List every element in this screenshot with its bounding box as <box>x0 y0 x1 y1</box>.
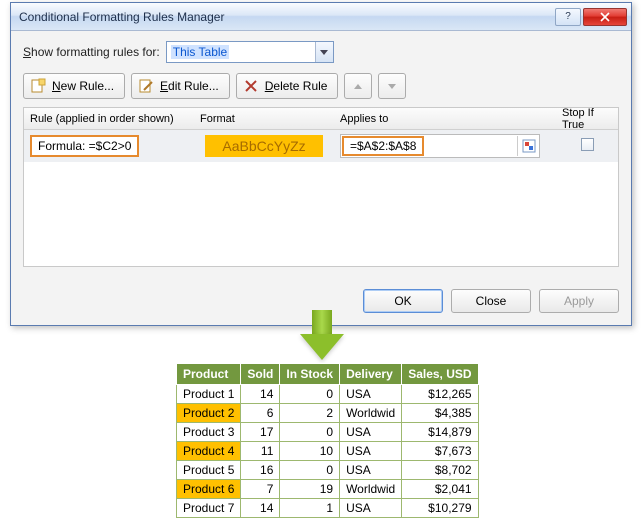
close-icon <box>600 12 610 22</box>
table-cell: Product 2 <box>177 404 241 423</box>
table-row[interactable]: Product 5160USA$8,702 <box>177 461 479 480</box>
table-cell: USA <box>340 499 402 518</box>
help-icon: ? <box>565 11 571 22</box>
rule-formula: Formula: =$C2>0 <box>30 135 139 157</box>
rule-row[interactable]: Formula: =$C2>0 AaBbCcYyZz =$A$2:$A$8 <box>24 130 618 162</box>
table-header: In Stock <box>280 364 340 385</box>
chevron-down-icon <box>388 84 396 89</box>
table-cell: USA <box>340 461 402 480</box>
table-cell: $2,041 <box>402 480 478 499</box>
applies-to-value: =$A$2:$A$8 <box>342 136 424 156</box>
table-cell: 2 <box>280 404 340 423</box>
col-stop: Stop If True <box>556 107 618 131</box>
apply-button[interactable]: Apply <box>539 289 619 313</box>
new-rule-button[interactable]: New Rule... <box>23 73 125 99</box>
table-cell: 11 <box>241 442 280 461</box>
chevron-up-icon <box>354 84 362 89</box>
table-cell: Product 7 <box>177 499 241 518</box>
new-rule-label: ew Rule... <box>61 79 114 93</box>
table-cell: Worldwid <box>340 404 402 423</box>
table-row[interactable]: Product 41110USA$7,673 <box>177 442 479 461</box>
table-cell: Product 1 <box>177 385 241 404</box>
show-rules-label: Show formatting rules for: <box>23 45 160 59</box>
range-picker-icon <box>522 139 536 153</box>
table-header: Product <box>177 364 241 385</box>
table-cell: $7,673 <box>402 442 478 461</box>
table-cell: Product 5 <box>177 461 241 480</box>
scope-value: This Table <box>171 45 229 59</box>
col-applies: Applies to <box>334 113 556 125</box>
arrow-down-graphic <box>300 310 344 364</box>
new-rule-icon <box>30 78 46 94</box>
move-up-button[interactable] <box>344 73 372 99</box>
format-preview: AaBbCcYyZz <box>205 135 323 157</box>
edit-rule-button[interactable]: Edit Rule... <box>131 73 230 99</box>
table-cell: 17 <box>241 423 280 442</box>
table-cell: 7 <box>241 480 280 499</box>
edit-rule-icon <box>138 78 154 94</box>
table-cell: 10 <box>280 442 340 461</box>
help-button[interactable]: ? <box>555 8 581 26</box>
table-cell: USA <box>340 442 402 461</box>
ok-button[interactable]: OK <box>363 289 443 313</box>
edit-rule-label: dit Rule... <box>168 79 219 93</box>
stop-if-true-checkbox[interactable] <box>581 138 594 151</box>
table-row[interactable]: Product 6719Worldwid$2,041 <box>177 480 479 499</box>
table-header: Sold <box>241 364 280 385</box>
col-format: Format <box>194 113 334 125</box>
delete-rule-label: elete Rule <box>273 79 327 93</box>
table-cell: 0 <box>280 423 340 442</box>
table-cell: Product 4 <box>177 442 241 461</box>
table-cell: USA <box>340 385 402 404</box>
move-down-button[interactable] <box>378 73 406 99</box>
conditional-formatting-dialog: Conditional Formatting Rules Manager ? S… <box>10 2 632 326</box>
table-cell: 0 <box>280 461 340 480</box>
table-cell: 14 <box>241 385 280 404</box>
table-row[interactable]: Product 1140USA$12,265 <box>177 385 479 404</box>
table-cell: Product 3 <box>177 423 241 442</box>
table-cell: 0 <box>280 385 340 404</box>
table-cell: $12,265 <box>402 385 478 404</box>
table-row[interactable]: Product 262Worldwid$4,385 <box>177 404 479 423</box>
chevron-down-icon <box>315 42 333 62</box>
table-cell: Product 6 <box>177 480 241 499</box>
table-cell: USA <box>340 423 402 442</box>
applies-to-input[interactable]: =$A$2:$A$8 <box>340 134 540 158</box>
table-cell: 19 <box>280 480 340 499</box>
table-cell: $14,879 <box>402 423 478 442</box>
delete-rule-button[interactable]: Delete Rule <box>236 73 339 99</box>
col-rule: Rule (applied in order shown) <box>24 113 194 125</box>
rules-grid: Rule (applied in order shown) Format App… <box>23 107 619 267</box>
table-cell: Worldwid <box>340 480 402 499</box>
titlebar[interactable]: Conditional Formatting Rules Manager ? <box>11 3 631 31</box>
close-window-button[interactable] <box>583 8 627 26</box>
table-cell: $8,702 <box>402 461 478 480</box>
close-button[interactable]: Close <box>451 289 531 313</box>
table-cell: 6 <box>241 404 280 423</box>
table-cell: 1 <box>280 499 340 518</box>
table-row[interactable]: Product 7141USA$10,279 <box>177 499 479 518</box>
table-header: Sales, USD <box>402 364 478 385</box>
table-cell: $4,385 <box>402 404 478 423</box>
table-cell: 14 <box>241 499 280 518</box>
table-row[interactable]: Product 3170USA$14,879 <box>177 423 479 442</box>
delete-icon <box>243 78 259 94</box>
scope-select[interactable]: This Table <box>166 41 334 63</box>
table-header: Delivery <box>340 364 402 385</box>
result-table: ProductSoldIn StockDeliverySales, USD Pr… <box>176 363 479 518</box>
table-cell: $10,279 <box>402 499 478 518</box>
dialog-title: Conditional Formatting Rules Manager <box>19 10 553 24</box>
range-picker-button[interactable] <box>517 136 539 156</box>
table-cell: 16 <box>241 461 280 480</box>
